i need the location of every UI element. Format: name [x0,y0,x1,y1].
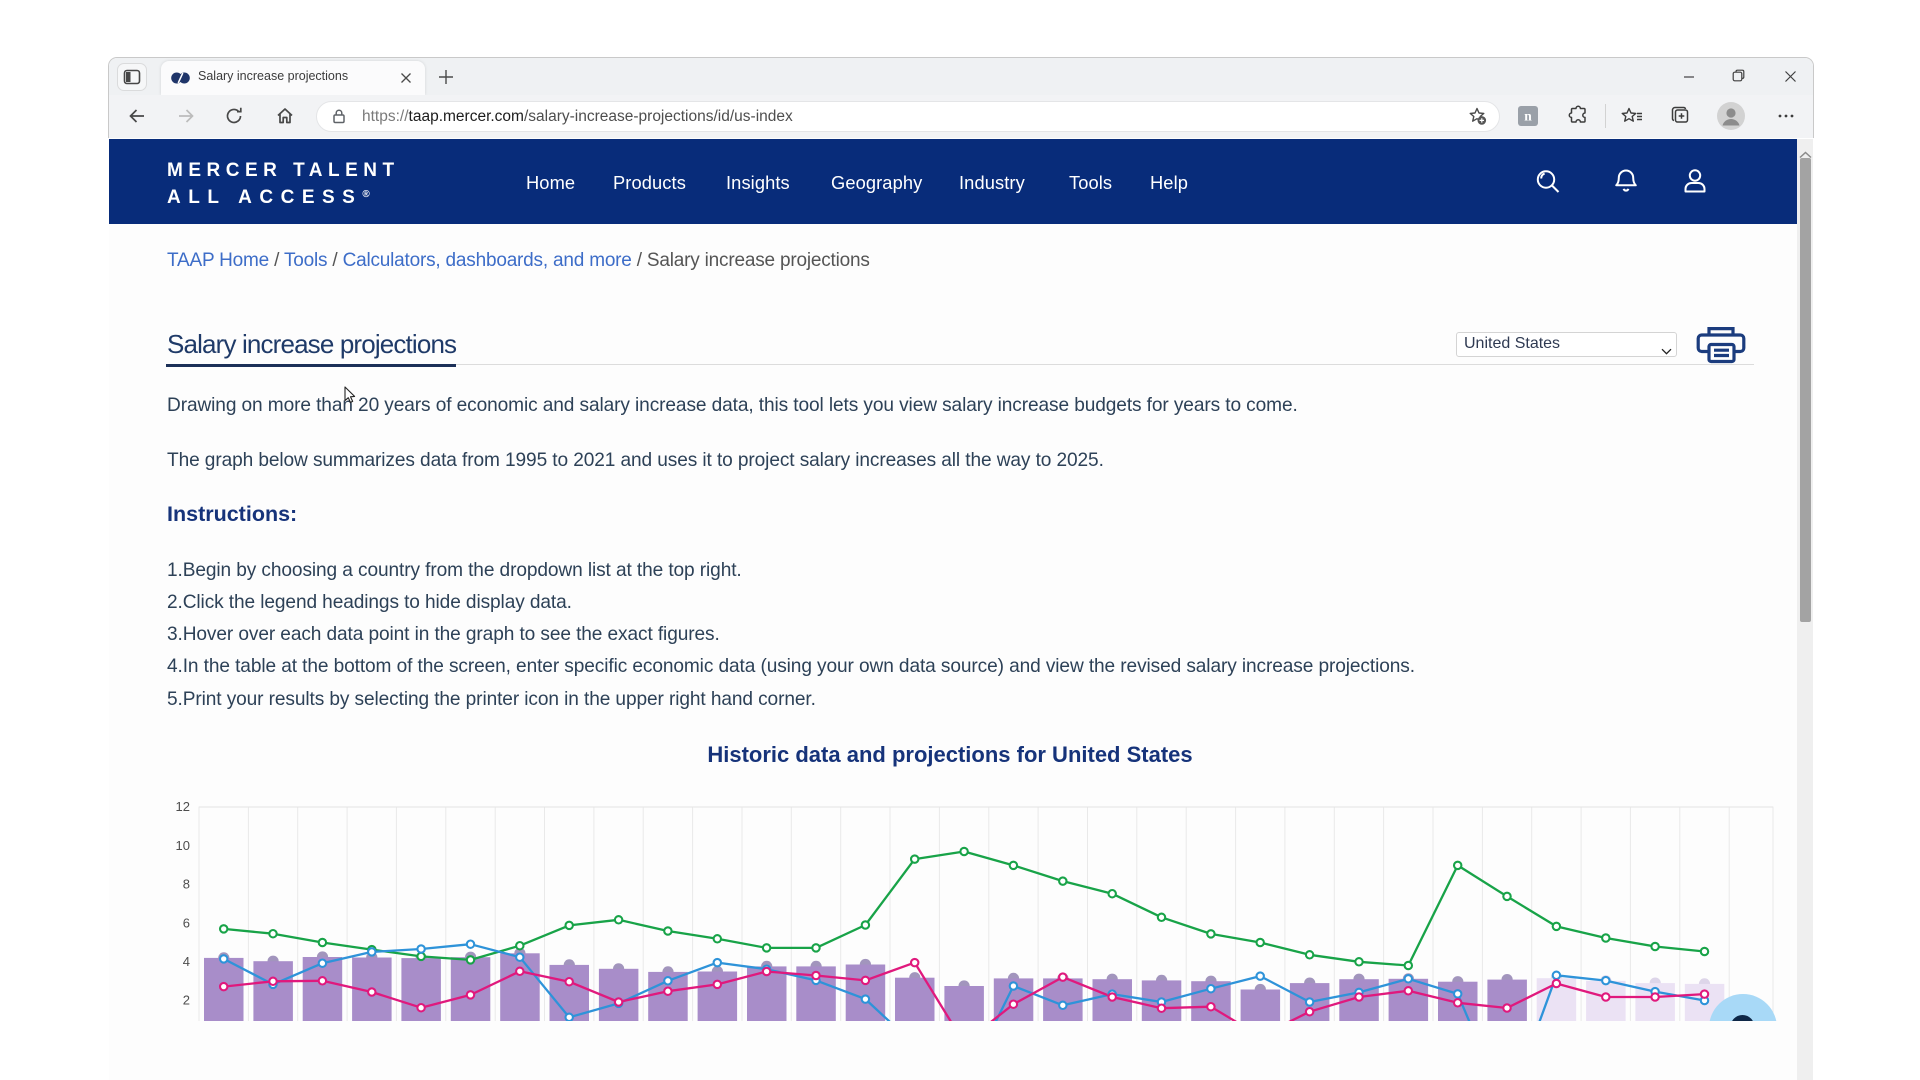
svg-text:6: 6 [183,915,190,930]
svg-text:2: 2 [183,993,190,1008]
svg-text:12: 12 [176,799,190,814]
svg-text:8: 8 [183,877,190,892]
svg-text:10: 10 [176,838,190,853]
svg-text:4: 4 [183,954,190,969]
